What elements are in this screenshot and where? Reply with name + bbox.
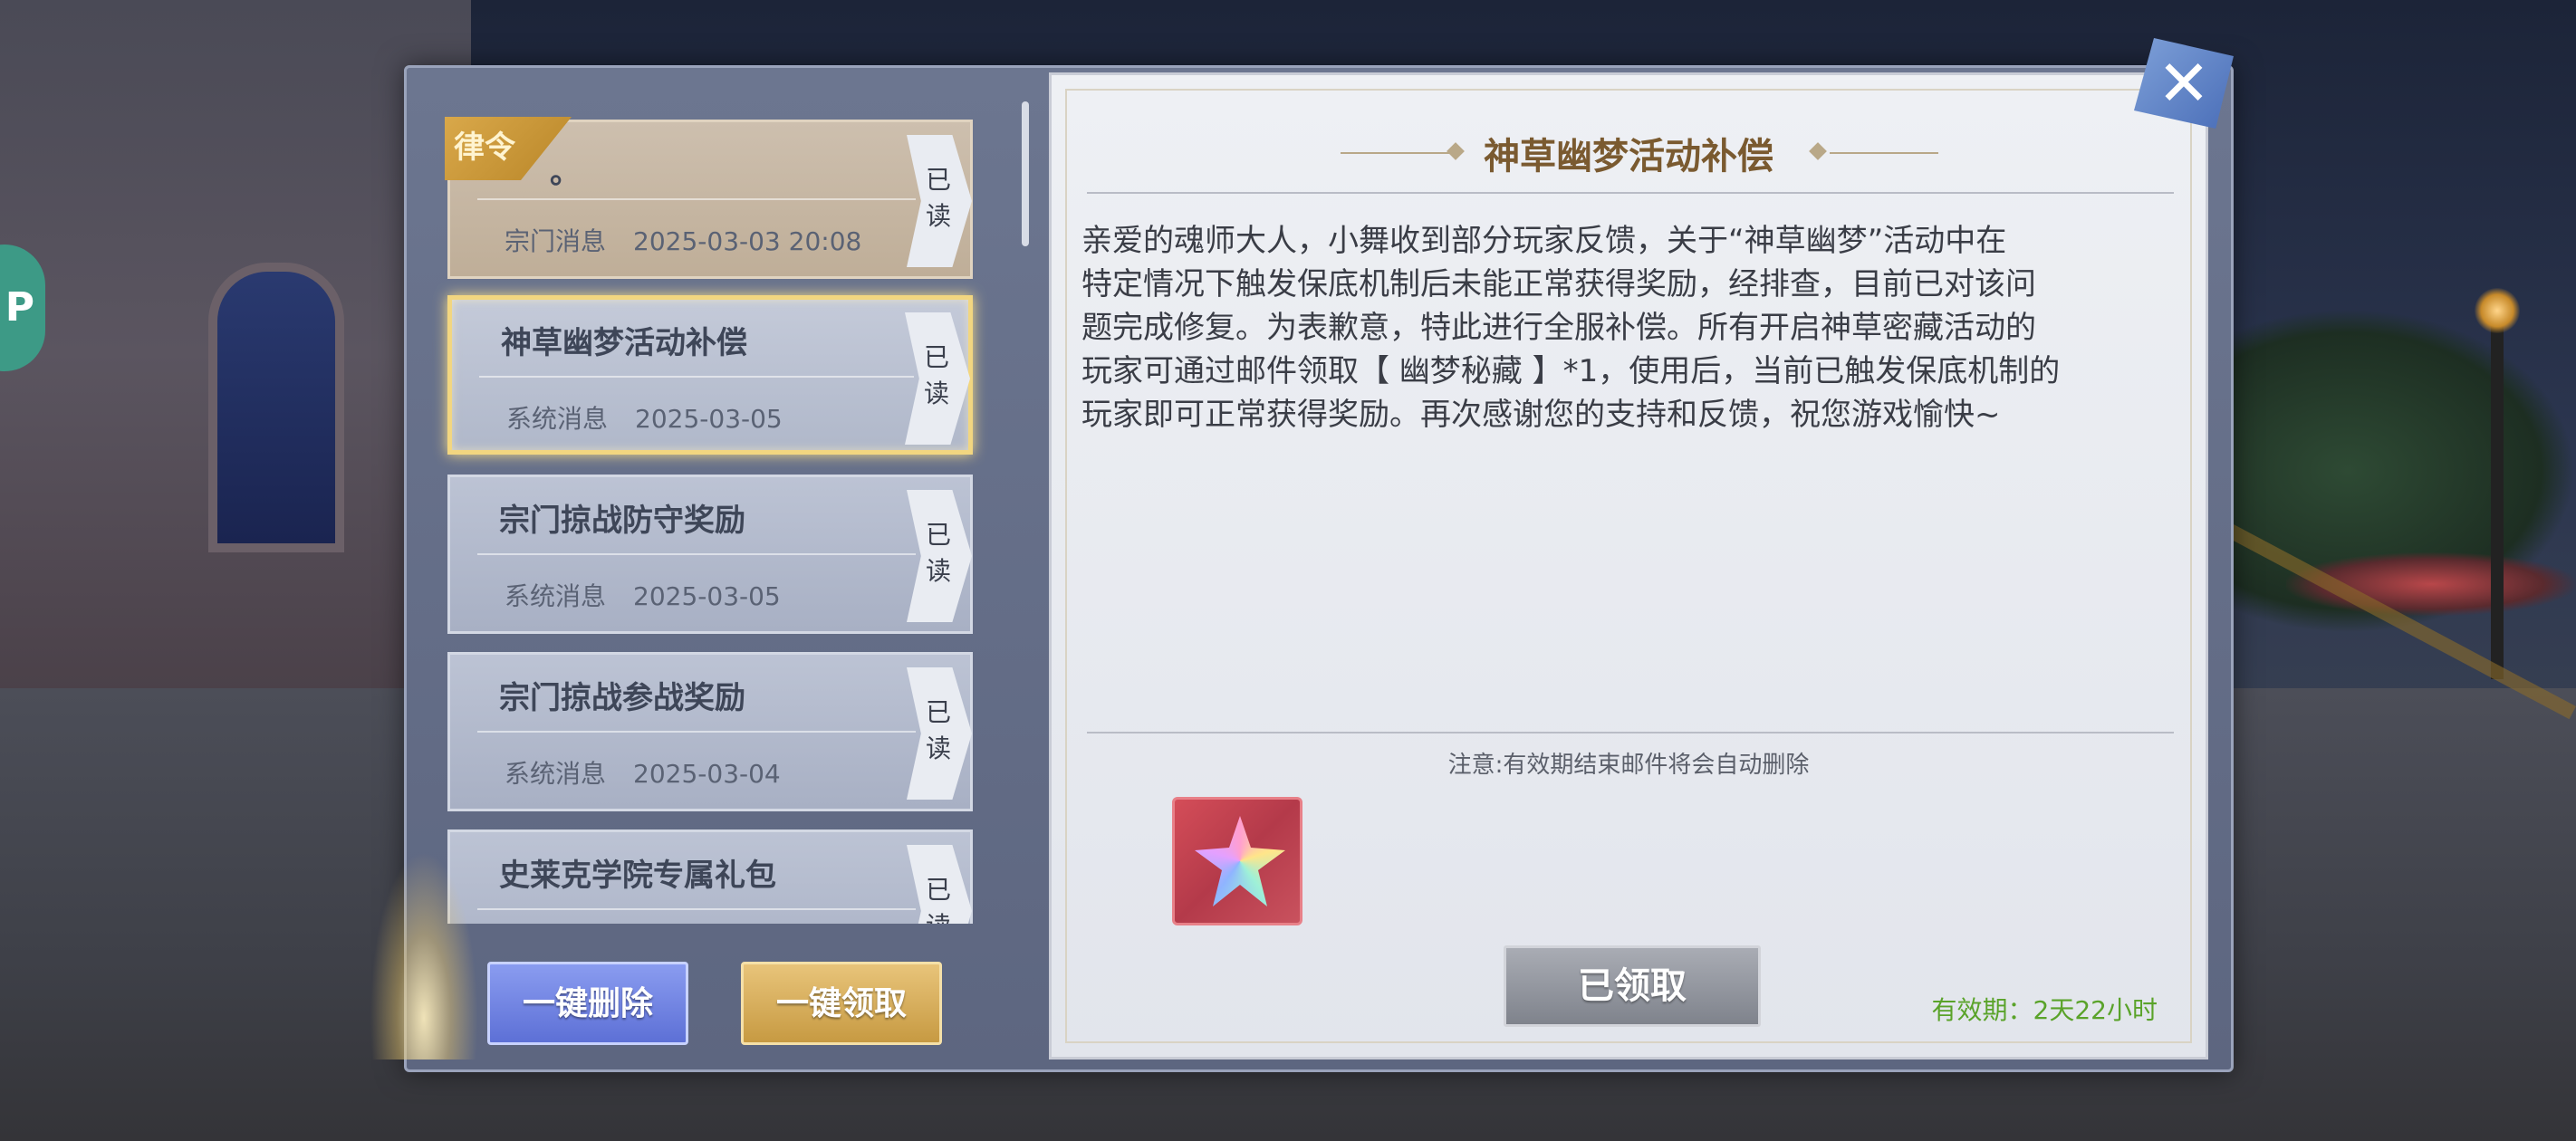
mail-meta: 系统消息 2025-03-05	[505, 581, 781, 611]
mail-item[interactable]: 律令 。 宗门消息 2025-03-03 20:08 已读	[445, 117, 973, 279]
side-menu-tab[interactable]: P	[0, 244, 45, 371]
read-tag: 已读	[907, 667, 972, 800]
claimed-button: 已领取	[1504, 945, 1761, 1027]
mail-item[interactable]: 史莱克学院专属礼包 已读	[447, 829, 973, 924]
mail-title: 。	[550, 155, 581, 191]
mail-item[interactable]: 宗门掠战防守奖励 系统消息 2025-03-05 已读	[447, 475, 973, 634]
validity-text: 有效期：2天22小时	[1931, 995, 2158, 1025]
expiry-note: 注意:有效期结束邮件将会自动删除	[1447, 752, 1810, 779]
mail-body-text: 亲爱的魂师大人，小舞收到部分玩家反馈，关于“神草幽梦”活动中在 特定情况下触发保…	[1081, 223, 2061, 433]
mail-item[interactable]: 宗门掠战参战奖励 系统消息 2025-03-04 已读	[447, 652, 973, 811]
mail-title: 神草幽梦活动补偿	[501, 325, 747, 361]
claim-all-button[interactable]: 一键领取	[741, 962, 942, 1045]
mail-list-clip: 史莱克学院专属礼包 已读	[447, 829, 973, 924]
mail-meta: 系统消息 2025-03-05	[506, 404, 783, 434]
mail-item-selected[interactable]: 神草幽梦活动补偿 系统消息 2025-03-05 已读	[447, 295, 973, 455]
mail-meta: 系统消息 2025-03-04	[505, 759, 781, 789]
mail-title: 史莱克学院专属礼包	[499, 858, 776, 894]
read-tag: 已读	[907, 490, 972, 622]
read-tag: 已读	[907, 135, 972, 267]
mail-title: 宗门掠战参战奖励	[499, 680, 745, 716]
golden-flower-ornament	[370, 851, 478, 1060]
mail-detail-title: 神草幽梦活动补偿	[1484, 135, 1773, 177]
read-tag: 已读	[905, 312, 970, 445]
delete-all-button[interactable]: 一键删除	[487, 962, 688, 1045]
dream-treasure-crystal-icon[interactable]	[1172, 797, 1302, 925]
mail-list-scrollbar[interactable]	[1022, 101, 1029, 246]
street-lamp	[2475, 288, 2520, 333]
read-tag: 已读	[907, 845, 972, 924]
mail-title: 宗门掠战防守奖励	[499, 503, 745, 539]
mail-meta: 宗门消息 2025-03-03 20:08	[505, 226, 862, 256]
